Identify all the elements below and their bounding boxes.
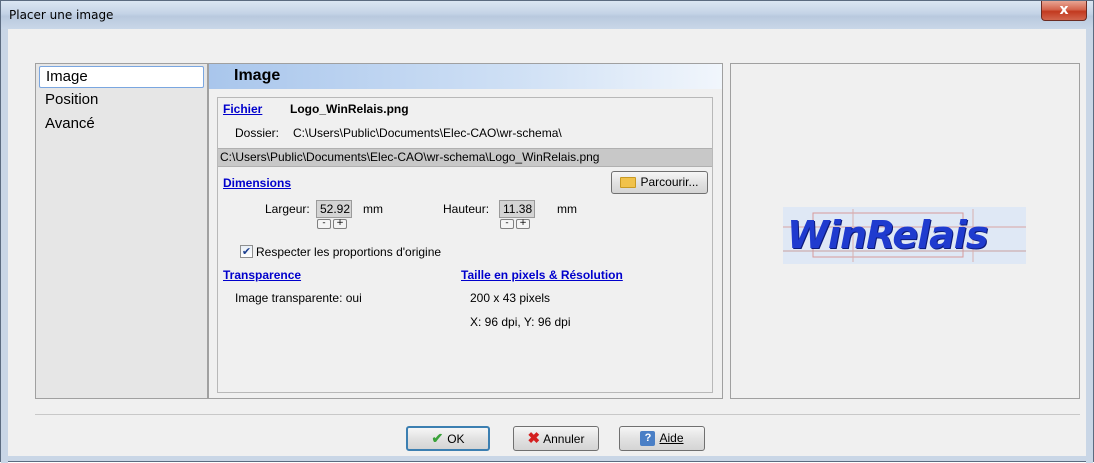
keep-ratio-checkbox[interactable]: ✔: [240, 245, 253, 258]
window-frame-right: [1086, 29, 1093, 463]
hauteur-label: Hauteur:: [443, 202, 490, 216]
ok-label: OK: [447, 432, 465, 446]
cancel-label: Annuler: [543, 432, 585, 446]
taille-link[interactable]: Taille en pixels & Résolution: [461, 268, 623, 282]
dimensions-link[interactable]: Dimensions: [223, 176, 291, 190]
hauteur-input[interactable]: 11.38: [499, 200, 535, 218]
help-icon: ?: [640, 431, 656, 447]
largeur-label: Largeur:: [265, 202, 310, 216]
panel-header: Image: [209, 64, 722, 89]
nav-item-avance[interactable]: Avancé: [39, 114, 204, 136]
file-name: Logo_WinRelais.png: [290, 102, 409, 116]
image-panel: Image Fichier Logo_WinRelais.png Dossier…: [208, 63, 723, 399]
help-button[interactable]: ? Aide: [619, 426, 705, 451]
largeur-minus-button[interactable]: -: [317, 219, 331, 229]
nav-item-label: Image: [46, 68, 88, 85]
section-list: Image Position Avancé: [35, 63, 208, 399]
dossier-value: C:\Users\Public\Documents\Elec-CAO\wr-sc…: [293, 126, 562, 140]
hauteur-plus-button[interactable]: +: [516, 219, 530, 229]
image-preview: WinRelais: [730, 63, 1080, 399]
folder-icon: [620, 177, 637, 189]
transparent-text: Image transparente: oui: [235, 291, 362, 305]
nav-item-position[interactable]: Position: [39, 90, 204, 112]
logo-text: WinRelais: [787, 213, 988, 257]
footer-separator: [35, 414, 1080, 415]
ok-button[interactable]: ✔ OK: [406, 426, 490, 451]
panel-title: Image: [234, 67, 281, 84]
image-properties: Fichier Logo_WinRelais.png Dossier: C:\U…: [217, 97, 713, 393]
hauteur-unit: mm: [557, 202, 577, 216]
title-bar[interactable]: Placer une image x: [1, 1, 1093, 29]
help-label: Aide: [659, 431, 684, 445]
largeur-plus-button[interactable]: +: [333, 219, 347, 229]
check-icon: ✔: [431, 430, 444, 446]
transparence-link[interactable]: Transparence: [223, 268, 301, 282]
checkmark-icon: ✔: [241, 245, 252, 258]
dialog-client: Image Position Avancé Image Fichier Logo…: [8, 29, 1086, 456]
hauteur-minus-button[interactable]: -: [500, 219, 514, 229]
window-title: Placer une image: [9, 8, 114, 22]
full-path-field[interactable]: C:\Users\Public\Documents\Elec-CAO\wr-sc…: [218, 148, 712, 167]
keep-ratio-label: Respecter les proportions d'origine: [256, 245, 442, 259]
dpi-text: X: 96 dpi, Y: 96 dpi: [470, 315, 571, 329]
window-frame-left: [1, 29, 8, 463]
cancel-button[interactable]: ✖ Annuler: [513, 426, 599, 451]
largeur-input[interactable]: 52.92: [316, 200, 352, 218]
browse-label: Parcourir...: [640, 175, 699, 189]
logo-image: WinRelais: [783, 207, 1026, 264]
browse-button[interactable]: Parcourir...: [611, 171, 708, 194]
dossier-label: Dossier:: [235, 126, 280, 140]
cross-icon: ✖: [527, 430, 541, 447]
pixels-text: 200 x 43 pixels: [470, 291, 551, 305]
nav-item-label: Position: [45, 91, 99, 108]
dialog-window: Placer une image x Image Position Avancé…: [0, 0, 1094, 463]
full-path-text: C:\Users\Public\Documents\Elec-CAO\wr-sc…: [220, 150, 600, 164]
fichier-link[interactable]: Fichier: [223, 102, 262, 116]
largeur-unit: mm: [363, 202, 383, 216]
nav-item-label: Avancé: [45, 115, 95, 132]
nav-item-image[interactable]: Image: [39, 66, 204, 88]
close-icon: x: [1059, 2, 1069, 18]
close-button[interactable]: x: [1041, 1, 1087, 21]
